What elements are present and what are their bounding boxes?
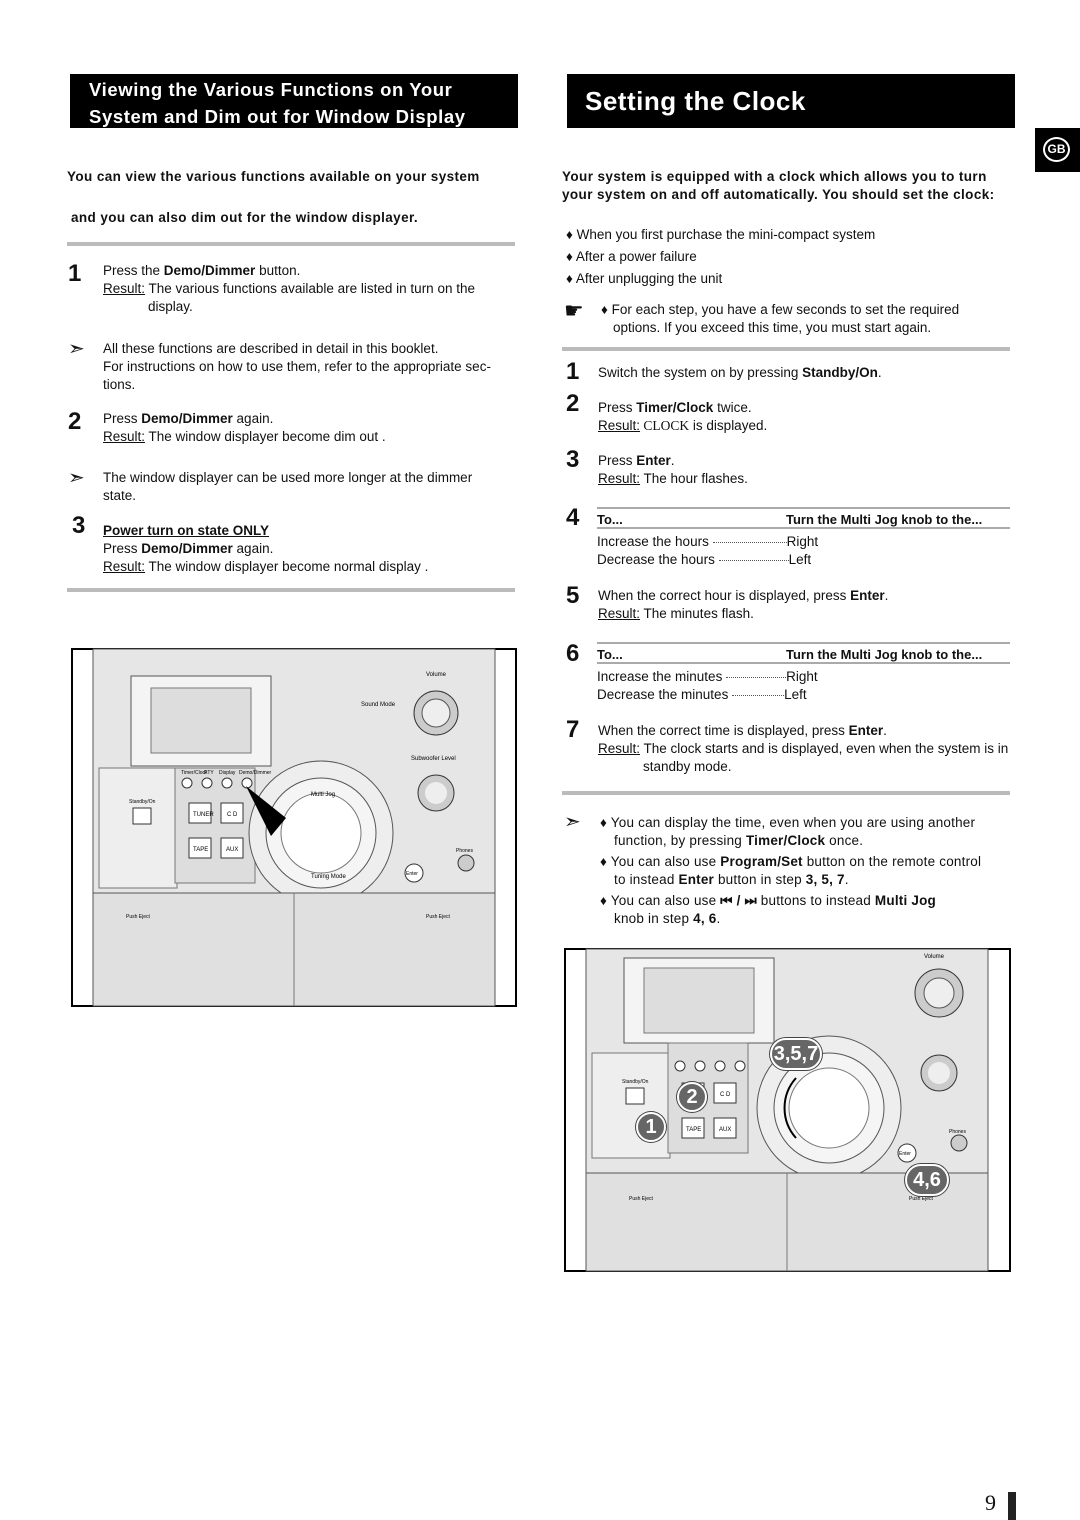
step-number: 3 xyxy=(566,446,580,473)
svg-text:C D: C D xyxy=(720,1092,731,1098)
svg-text:AUX: AUX xyxy=(719,1127,731,1133)
tuner-button-label: TUNER xyxy=(193,812,214,818)
svg-text:PTY: PTY xyxy=(204,770,214,776)
note-arrow-icon: ➣ xyxy=(68,338,85,360)
svg-text:Standby/On: Standby/On xyxy=(622,1079,649,1085)
hours-table: To... Turn the Multi Jog knob to the... I… xyxy=(597,507,1010,569)
section-title-right: Setting the Clock xyxy=(567,74,1015,128)
device-illustration-left: TUNER C D TAPE AUX Standby/On Timer/Cloc… xyxy=(71,648,517,1007)
note-arrow-icon: ➣ xyxy=(564,811,581,833)
title-line: System and Dim out for Window Display xyxy=(89,106,466,127)
note-arrow-icon: ➣ xyxy=(68,467,85,489)
bullet-list: ♦ When you first purchase the mini-compa… xyxy=(566,224,1006,290)
title-line: Viewing the Various Functions on Your xyxy=(89,79,453,100)
step-number: 2 xyxy=(68,408,82,435)
left-step-1: Press the Demo/Dimmer button. Result: Th… xyxy=(103,263,475,314)
aux-button-label: AUX xyxy=(226,847,238,853)
intro-line: You can view the various functions avail… xyxy=(67,169,480,184)
step-number: 4 xyxy=(566,504,580,531)
svg-text:TAPE: TAPE xyxy=(686,1127,701,1133)
minutes-table: To... Turn the Multi Jog knob to the... I… xyxy=(597,642,1010,704)
left-step-3: Power turn on state ONLY Press Demo/Dimm… xyxy=(103,523,429,574)
tips: ♦ You can display the time, even when yo… xyxy=(600,815,982,926)
svg-text:Enter: Enter xyxy=(899,1151,911,1157)
step-number: 1 xyxy=(68,260,82,287)
right-step-7: When the correct time is displayed, pres… xyxy=(598,723,1009,774)
page-bar xyxy=(1008,1492,1016,1520)
right-step-3: Press Enter. Result: The hour flashes. xyxy=(598,453,748,486)
callout-step-1: 1 xyxy=(636,1112,666,1142)
language-badge: GB xyxy=(1035,128,1080,172)
gb-label: GB xyxy=(1043,137,1070,162)
svg-text:Phones: Phones xyxy=(456,848,473,854)
standby-label: Standby/On xyxy=(129,799,156,805)
right-intro: Your system is equipped with a clock whi… xyxy=(562,169,995,202)
divider xyxy=(67,588,515,592)
callout-step-2: 2 xyxy=(677,1082,707,1112)
hand-pointer-icon: ☛ xyxy=(564,298,584,323)
section-title-left: Viewing the Various Functions on Your Sy… xyxy=(70,74,518,128)
divider xyxy=(562,347,1010,351)
step-number: 3 xyxy=(72,512,86,539)
svg-text:Phones: Phones xyxy=(949,1129,966,1135)
svg-text:Push Eject: Push Eject xyxy=(909,1196,934,1202)
right-step-2: Press Timer/Clock twice. Result: CLOCK i… xyxy=(598,400,768,433)
svg-text:Sound Mode: Sound Mode xyxy=(361,702,396,708)
divider xyxy=(67,242,515,246)
svg-text:Volume: Volume xyxy=(426,672,447,678)
svg-text:Push Eject: Push Eject xyxy=(426,914,451,920)
right-step-1: Switch the system on by pressing Standby… xyxy=(598,365,882,380)
left-note-2: The window displayer can be used more lo… xyxy=(103,470,473,503)
left-intro: You can view the various functions avail… xyxy=(67,168,517,227)
svg-text:Tuning Mode: Tuning Mode xyxy=(311,874,346,880)
device-illustration-right: TUNER C D TAPE AUX Standby/On Volume Ent… xyxy=(564,948,1011,1272)
hand-note: ♦ For each step, you have a few seconds … xyxy=(601,302,960,335)
svg-text:Volume: Volume xyxy=(924,954,945,960)
left-step-2: Press Demo/Dimmer again. Result: The win… xyxy=(103,411,386,444)
svg-text:Multi Jog: Multi Jog xyxy=(311,792,335,798)
step-number: 5 xyxy=(566,582,580,609)
svg-text:Enter: Enter xyxy=(406,871,418,877)
svg-text:Push Eject: Push Eject xyxy=(629,1196,654,1202)
divider xyxy=(562,791,1010,795)
step-number: 7 xyxy=(566,716,580,743)
step-number: 1 xyxy=(566,358,580,385)
callout-step-4-6: 4,6 xyxy=(905,1164,949,1196)
bullet-item: ♦ After a power failure xyxy=(566,249,697,264)
left-note-1: All these functions are described in det… xyxy=(103,341,491,392)
right-step-5: When the correct hour is displayed, pres… xyxy=(598,588,889,621)
step-number: 2 xyxy=(566,390,580,417)
skip-buttons-icon: ⏮ / ⏭ xyxy=(720,893,757,908)
page-number: 9 xyxy=(985,1490,996,1515)
bullet-item: ♦ After unplugging the unit xyxy=(566,271,723,286)
step-number: 6 xyxy=(566,640,580,667)
bullet-item: ♦ When you first purchase the mini-compa… xyxy=(566,227,876,242)
cd-button-label: C D xyxy=(227,812,238,818)
intro-line: and you can also dim out for the window … xyxy=(71,210,419,225)
svg-text:Subwoofer Level: Subwoofer Level xyxy=(411,756,456,762)
svg-text:Push Eject: Push Eject xyxy=(126,914,151,920)
callout-step-3-5-7: 3,5,7 xyxy=(770,1038,822,1070)
svg-text:Demo/Dimmer: Demo/Dimmer xyxy=(239,770,272,776)
svg-text:Display: Display xyxy=(219,770,236,776)
tape-button-label: TAPE xyxy=(193,847,208,853)
